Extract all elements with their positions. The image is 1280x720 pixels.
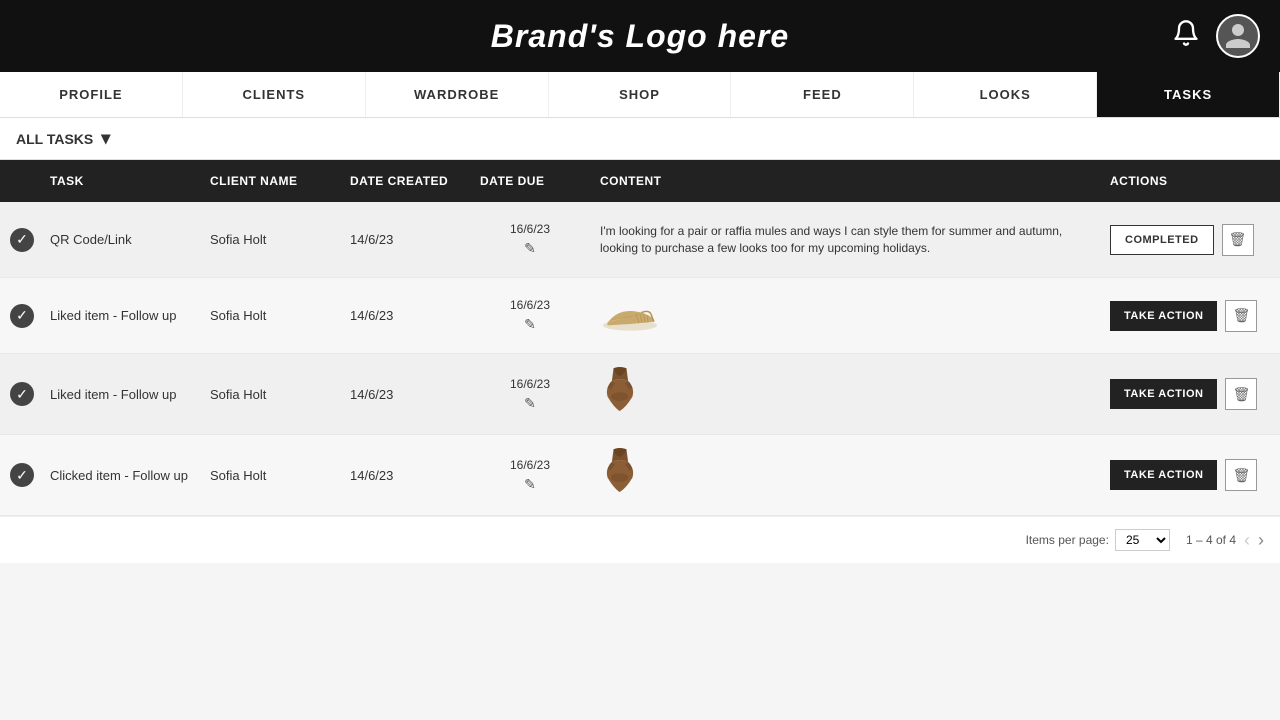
row4-date-created: 14/6/23 [340,458,470,493]
nav-looks[interactable]: LOOKS [914,72,1097,117]
row1-content: I'm looking for a pair or raffia mules a… [590,213,1100,267]
filter-bar: ALL TASKS ▾ [0,118,1280,160]
check-icon: ✓ [10,304,34,328]
table-row: ✓ QR Code/Link Sofia Holt 14/6/23 16/6/2… [0,202,1280,278]
row1-date-due: 16/6/23 ✎ [470,212,590,267]
page-range-label: 1 – 4 of 4 [1186,533,1236,547]
row3-task: Liked item - Follow up [40,377,200,412]
take-action-button[interactable]: TAKE ACTION [1110,379,1217,409]
row2-date-due: 16/6/23 ✎ [470,288,590,343]
edit-icon[interactable]: ✎ [524,395,536,412]
nav-wardrobe[interactable]: WARDROBE [366,72,549,117]
swimsuit-image [600,364,640,424]
row4-content [590,435,1100,515]
completed-button[interactable]: COMPLETED [1110,225,1214,255]
row3-content [590,354,1100,434]
row3-actions: TAKE ACTION 🗑 [1100,368,1280,420]
row3-client: Sofia Holt [200,377,340,412]
table-row: ✓ Liked item - Follow up Sofia Holt 14/6… [0,278,1280,354]
tasks-filter-dropdown[interactable]: ALL TASKS ▾ [16,128,110,149]
row3-date-due: 16/6/23 ✎ [470,367,590,422]
nav-tasks[interactable]: TASKS [1097,72,1280,117]
row2-actions: TAKE ACTION 🗑 [1100,290,1280,342]
prev-page-button[interactable]: ‹ [1244,530,1250,551]
brand-logo: Brand's Logo here [491,18,789,55]
nav-feed[interactable]: FEED [731,72,914,117]
row2-client: Sofia Holt [200,298,340,333]
col-check [0,160,40,202]
row1-client: Sofia Holt [200,222,340,257]
check-icon: ✓ [10,228,34,252]
user-avatar[interactable] [1216,14,1260,58]
row3-check: ✓ [0,372,40,416]
row4-actions: TAKE ACTION 🗑 [1100,449,1280,501]
delete-button[interactable]: 🗑 [1222,224,1254,256]
app-header: Brand's Logo here [0,0,1280,72]
row4-date-due: 16/6/23 ✎ [470,448,590,503]
col-date-due: DATE DUE [470,160,590,202]
header-icons [1172,14,1260,58]
row4-check: ✓ [0,453,40,497]
row2-task: Liked item - Follow up [40,298,200,333]
row2-content [590,286,1100,346]
row3-date-created: 14/6/23 [340,377,470,412]
items-per-page-label: Items per page: [1026,533,1109,547]
row2-check: ✓ [0,294,40,338]
delete-button[interactable]: 🗑 [1225,378,1257,410]
delete-button[interactable]: 🗑 [1225,300,1257,332]
pagination-bar: Items per page: 25 50 100 1 – 4 of 4 ‹ › [0,516,1280,563]
check-icon: ✓ [10,382,34,406]
per-page-select[interactable]: 25 50 100 [1115,529,1170,551]
tasks-table: TASK CLIENT NAME DATE CREATED DATE DUE C… [0,160,1280,516]
chevron-down-icon: ▾ [101,128,110,149]
next-page-button[interactable]: › [1258,530,1264,551]
row1-date-created: 14/6/23 [340,222,470,257]
delete-button[interactable]: 🗑 [1225,459,1257,491]
filter-label: ALL TASKS [16,131,93,147]
row1-actions: COMPLETED 🗑 [1100,214,1280,266]
nav-profile[interactable]: PROFILE [0,72,183,117]
col-content: CONTENT [590,160,1100,202]
table-row: ✓ Liked item - Follow up Sofia Holt 14/6… [0,354,1280,435]
take-action-button[interactable]: TAKE ACTION [1110,460,1217,490]
row4-client: Sofia Holt [200,458,340,493]
edit-icon[interactable]: ✎ [524,316,536,333]
edit-icon[interactable]: ✎ [524,476,536,493]
swimsuit2-image [600,445,640,505]
col-date-created: DATE CREATED [340,160,470,202]
table-header: TASK CLIENT NAME DATE CREATED DATE DUE C… [0,160,1280,202]
main-nav: PROFILE CLIENTS WARDROBE SHOP FEED LOOKS… [0,72,1280,118]
row1-task: QR Code/Link [40,222,200,257]
take-action-button[interactable]: TAKE ACTION [1110,301,1217,331]
col-client: CLIENT NAME [200,160,340,202]
nav-shop[interactable]: SHOP [549,72,732,117]
notification-bell-icon[interactable] [1172,19,1200,54]
row1-check: ✓ [0,218,40,262]
col-actions: ACTIONS [1100,160,1280,202]
page-nav: 1 – 4 of 4 ‹ › [1186,530,1264,551]
check-icon: ✓ [10,463,34,487]
edit-icon[interactable]: ✎ [524,240,536,257]
col-task: TASK [40,160,200,202]
table-row: ✓ Clicked item - Follow up Sofia Holt 14… [0,435,1280,516]
shoe-image [600,296,660,336]
items-per-page: Items per page: 25 50 100 [1026,529,1170,551]
nav-clients[interactable]: CLIENTS [183,72,366,117]
row4-task: Clicked item - Follow up [40,458,200,493]
row2-date-created: 14/6/23 [340,298,470,333]
